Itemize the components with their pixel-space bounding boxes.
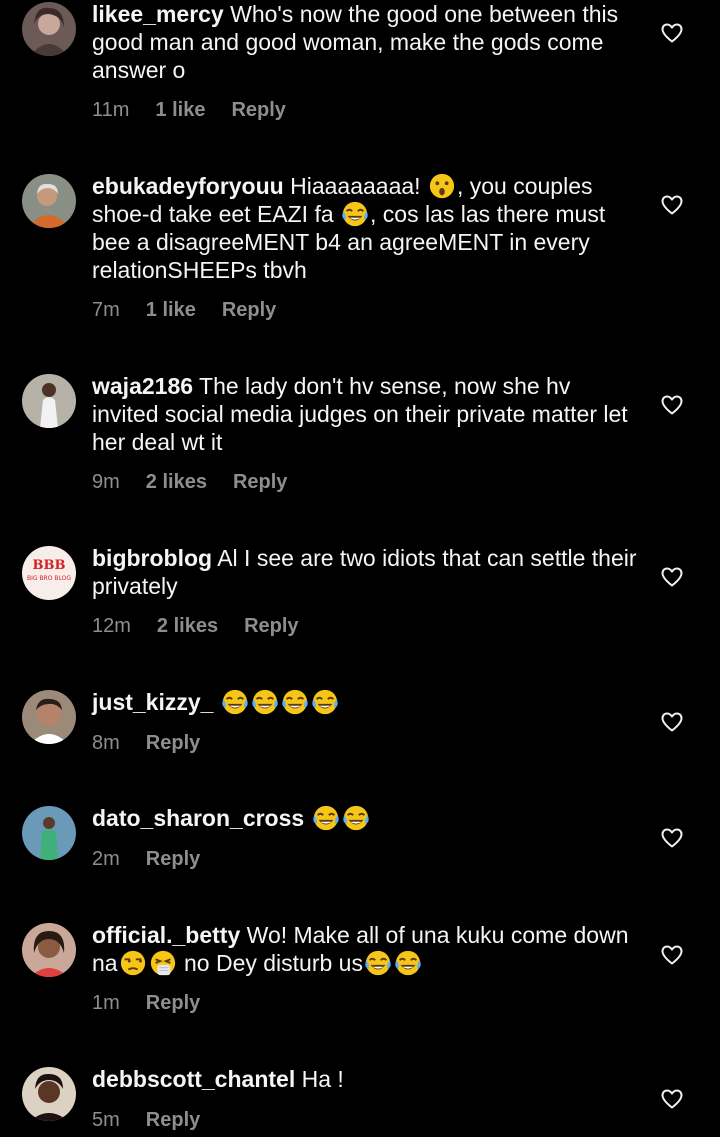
comment-text: debbscott_chantel Ha ! [92, 1065, 637, 1093]
comment-meta: 9m 2 likes Reply [92, 471, 313, 494]
username[interactable]: debbscott_chantel [92, 1066, 295, 1092]
username[interactable]: just_kizzy_ [92, 689, 213, 715]
comment-meta: 2m Reply [92, 848, 226, 871]
heart-icon[interactable] [660, 710, 684, 734]
heart-icon[interactable] [660, 1087, 684, 1111]
laugh-emoji [393, 949, 423, 977]
heart-icon[interactable] [660, 943, 684, 967]
comment-meta: 12m 2 likes Reply [92, 615, 325, 638]
laugh-emoji [340, 200, 370, 228]
avatar[interactable] [22, 806, 76, 860]
sneezing-emoji [148, 949, 178, 977]
timestamp: 8m [92, 732, 120, 754]
heart-icon[interactable] [660, 826, 684, 850]
reply-button[interactable]: Reply [231, 99, 285, 121]
username[interactable]: waja2186 [92, 373, 193, 399]
heart-icon[interactable] [660, 193, 684, 217]
comment-body: no Dey disturb us [183, 950, 363, 976]
heart-icon[interactable] [660, 21, 684, 45]
avatar[interactable] [22, 1067, 76, 1121]
comment-meta: 5m Reply [92, 1109, 226, 1132]
heart-icon[interactable] [660, 393, 684, 417]
reply-button[interactable]: Reply [233, 471, 287, 493]
timestamp: 1m [92, 992, 120, 1014]
comment-body: Ha ! [301, 1066, 344, 1092]
comment-text: ebukadeyforyouu Hiaaaaaaaa! , you couple… [92, 172, 637, 284]
laugh-emoji [363, 949, 393, 977]
reply-button[interactable]: Reply [222, 299, 276, 321]
timestamp: 9m [92, 471, 120, 493]
timestamp: 5m [92, 1109, 120, 1131]
username[interactable]: bigbroblog [92, 545, 212, 571]
surprised-emoji [427, 172, 457, 200]
avatar-logo-text: BBB [33, 558, 66, 573]
avatar[interactable] [22, 923, 76, 977]
laugh-emoji [341, 804, 371, 832]
timestamp: 2m [92, 848, 120, 870]
likes-count[interactable]: 2 likes [157, 615, 218, 637]
reply-button[interactable]: Reply [146, 732, 200, 754]
laugh-emoji [310, 688, 340, 716]
reply-button[interactable]: Reply [146, 992, 200, 1014]
comment-meta: 11m 1 like Reply [92, 99, 312, 122]
comment-body: Hiaaaaaaaa! [290, 173, 421, 199]
username[interactable]: dato_sharon_cross [92, 805, 304, 831]
laugh-emoji [250, 688, 280, 716]
comment-meta: 8m Reply [92, 732, 226, 755]
timestamp: 12m [92, 615, 131, 637]
comment-text: likee_mercy Who's now the good one betwe… [92, 0, 637, 84]
laugh-emoji [280, 688, 310, 716]
comment-text: dato_sharon_cross [92, 804, 637, 832]
likes-count[interactable]: 2 likes [146, 471, 207, 493]
username[interactable]: official._betty [92, 922, 240, 948]
laugh-emoji [311, 804, 341, 832]
timestamp: 7m [92, 299, 120, 321]
avatar[interactable]: BBB BIG BRO BLOG [22, 546, 76, 600]
laugh-emoji [220, 688, 250, 716]
reply-button[interactable]: Reply [244, 615, 298, 637]
reply-button[interactable]: Reply [146, 848, 200, 870]
avatar-logo-subtext: BIG BRO BLOG [27, 575, 71, 582]
avatar[interactable] [22, 374, 76, 428]
avatar[interactable] [22, 690, 76, 744]
reply-button[interactable]: Reply [146, 1109, 200, 1131]
avatar[interactable] [22, 2, 76, 56]
username[interactable]: likee_mercy [92, 1, 224, 27]
comment-text: just_kizzy_ [92, 688, 637, 716]
comment-text: bigbroblog Al I see are two idiots that … [92, 544, 637, 600]
username[interactable]: ebukadeyforyouu [92, 173, 284, 199]
avatar[interactable] [22, 174, 76, 228]
comment-meta: 1m Reply [92, 992, 226, 1015]
timestamp: 11m [92, 99, 130, 121]
likes-count[interactable]: 1 like [155, 99, 205, 121]
unamused-emoji [118, 949, 148, 977]
comment-text: official._betty Wo! Make all of una kuku… [92, 921, 637, 977]
heart-icon[interactable] [660, 565, 684, 589]
comment-meta: 7m 1 like Reply [92, 299, 302, 322]
comment-text: waja2186 The lady don't hv sense, now sh… [92, 372, 637, 456]
likes-count[interactable]: 1 like [146, 299, 196, 321]
